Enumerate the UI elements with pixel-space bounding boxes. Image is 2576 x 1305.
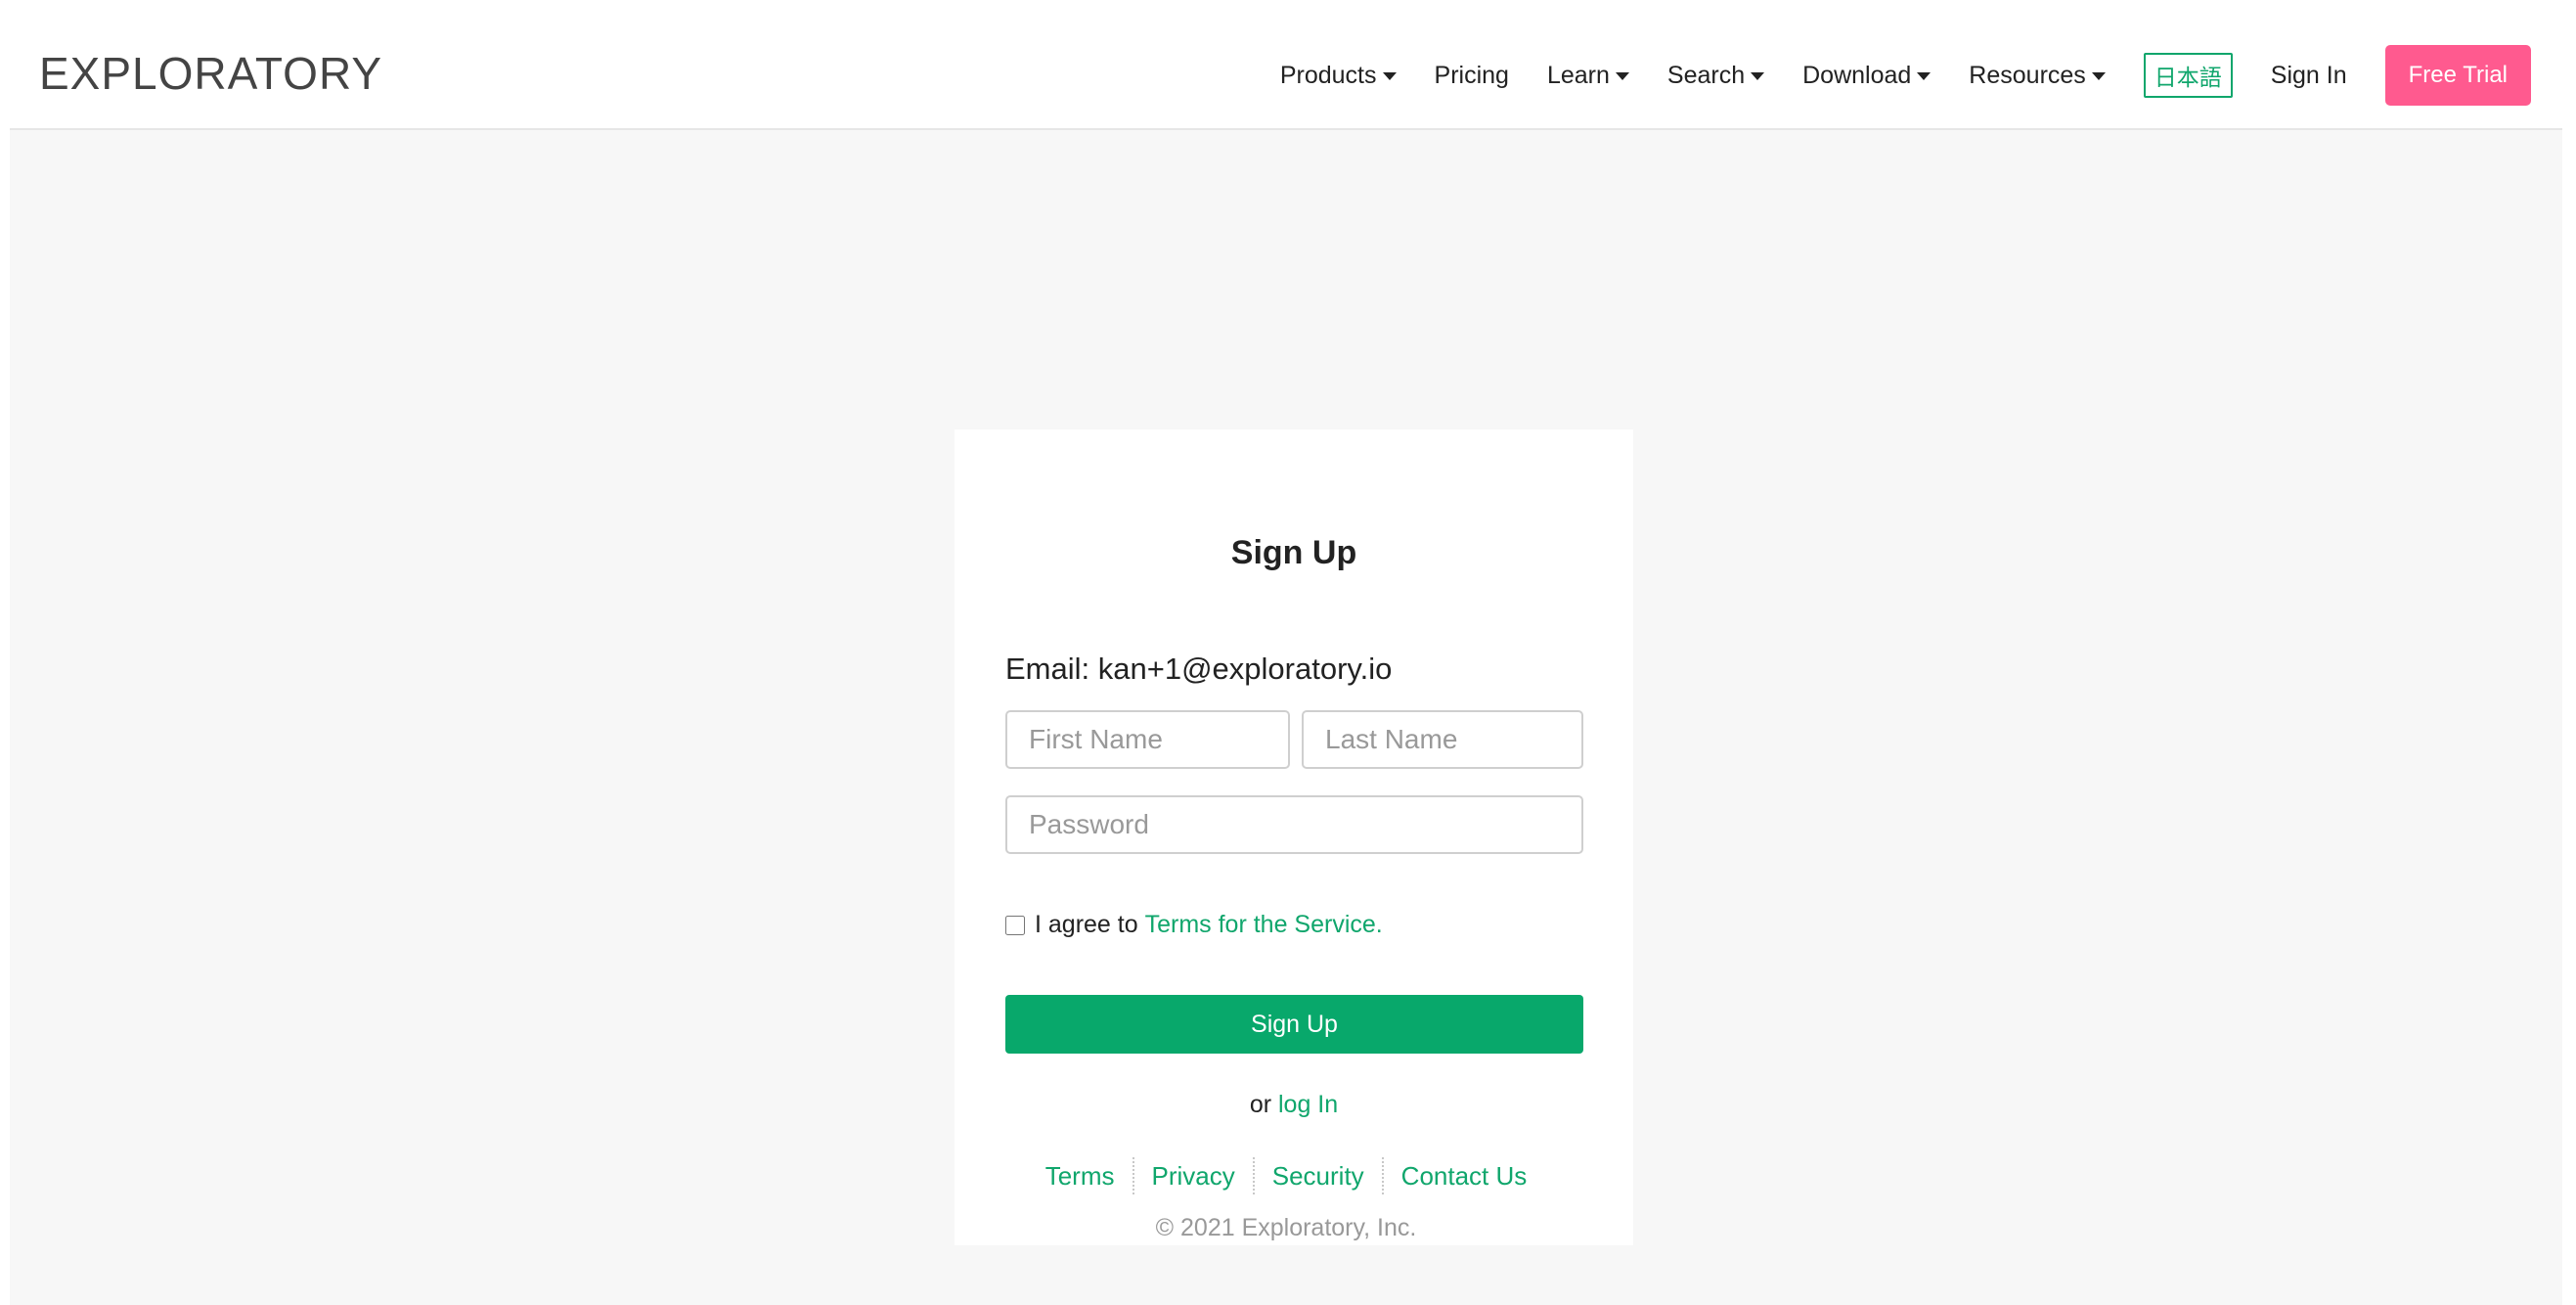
nav-search[interactable]: Search <box>1666 61 1765 90</box>
nav-learn[interactable]: Learn <box>1547 62 1629 90</box>
nav-products-label: Products <box>1279 61 1377 89</box>
caret-down-icon <box>2091 72 2106 80</box>
last-name-input[interactable] <box>1302 710 1583 769</box>
agree-text: I agree to <box>1035 911 1138 938</box>
free-trial-button[interactable]: Free Trial <box>2384 45 2531 106</box>
first-name-input[interactable] <box>1005 710 1290 769</box>
footer-terms-link[interactable]: Terms <box>1028 1157 1133 1194</box>
nav-pricing[interactable]: Pricing <box>1435 62 1509 90</box>
nav-sign-in[interactable]: Sign In <box>2271 62 2347 90</box>
signup-title: Sign Up <box>1230 534 1357 571</box>
password-input[interactable] <box>1005 795 1583 854</box>
nav-sign-in-label: Sign In <box>2270 61 2347 89</box>
footer-security-link[interactable]: Security <box>1252 1157 1382 1194</box>
caret-down-icon <box>1751 72 1765 80</box>
exploratory-logo[interactable]: EXPLORATORY <box>39 47 382 100</box>
footer-privacy-link[interactable]: Privacy <box>1132 1157 1253 1194</box>
footer-links: Terms Privacy Security Contact Us <box>10 1157 2562 1194</box>
copyright: © 2021 Exploratory, Inc. <box>1155 1214 1417 1241</box>
top-header: EXPLORATORY Products Pricing Learn Searc… <box>10 0 2562 130</box>
signup-card: Sign Up Email: kan+1@exploratory.io I ag… <box>955 429 1633 1245</box>
nav-products[interactable]: Products <box>1280 62 1397 90</box>
nav-download[interactable]: Download <box>1802 61 1932 90</box>
login-prompt: or log In <box>955 1091 1633 1119</box>
nav-learn-label: Learn <box>1546 61 1610 89</box>
main-nav: Products Pricing Learn Search Download R… <box>1242 45 2531 106</box>
nav-download-label: Download <box>1802 61 1912 89</box>
footer-contact-link[interactable]: Contact Us <box>1381 1157 1545 1194</box>
email-display: Email: kan+1@exploratory.io <box>1005 652 1393 686</box>
nav-pricing-label: Pricing <box>1434 61 1509 89</box>
nav-language-button[interactable]: 日本語 <box>2143 53 2233 98</box>
sign-up-button[interactable]: Sign Up <box>1005 995 1583 1054</box>
terms-agreement: I agree to Terms for the Service. <box>1005 911 1383 939</box>
terms-of-service-link[interactable]: Terms for the Service. <box>1145 911 1383 939</box>
language-badge: 日本語 <box>2143 53 2233 98</box>
caret-down-icon <box>1615 72 1629 80</box>
agree-checkbox[interactable] <box>1005 915 1025 935</box>
caret-down-icon <box>1917 72 1932 80</box>
caret-down-icon <box>1382 72 1397 80</box>
nav-resources-label: Resources <box>1969 61 2086 89</box>
login-link[interactable]: log In <box>1278 1091 1338 1118</box>
nav-search-label: Search <box>1666 61 1746 89</box>
main-area: Sign Up Email: kan+1@exploratory.io I ag… <box>10 130 2562 1305</box>
or-text: or <box>1249 1091 1272 1118</box>
nav-resources[interactable]: Resources <box>1969 62 2106 90</box>
